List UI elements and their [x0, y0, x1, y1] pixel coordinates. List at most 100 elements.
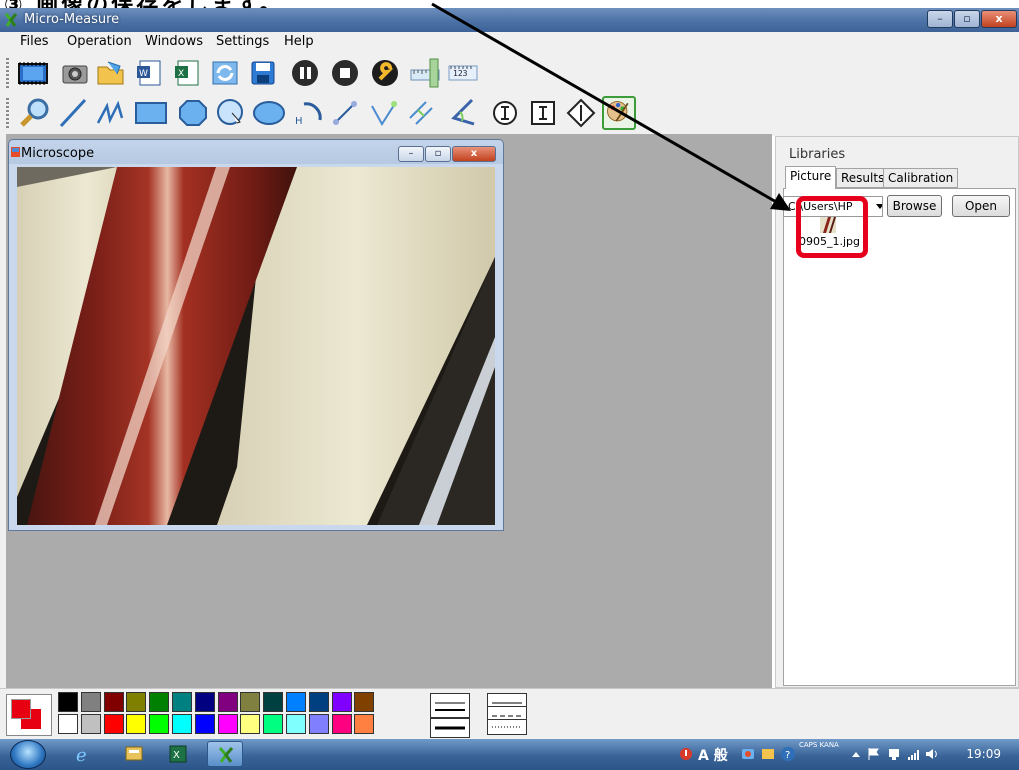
ellipse-icon[interactable]: [252, 96, 286, 130]
color-swatch[interactable]: [195, 692, 215, 712]
line-icon[interactable]: [56, 96, 90, 130]
clock[interactable]: 19:09: [966, 747, 1001, 761]
start-button[interactable]: [10, 740, 46, 769]
excel-taskbar-icon[interactable]: X: [160, 741, 196, 767]
line-style-medium-solid[interactable]: [430, 704, 470, 718]
color-swatch[interactable]: [149, 714, 169, 734]
distance-icon[interactable]: [328, 96, 362, 130]
path-dropdown[interactable]: C:\Users\HP: [783, 196, 883, 217]
color-swatch[interactable]: [126, 692, 146, 712]
color-swatch[interactable]: [104, 692, 124, 712]
color-swatch[interactable]: [172, 692, 192, 712]
network-icon[interactable]: [886, 746, 902, 762]
angle-line-icon[interactable]: [366, 96, 400, 130]
color-swatch[interactable]: [58, 692, 78, 712]
parallel-icon[interactable]: [404, 96, 438, 130]
microscope-close-button[interactable]: x: [452, 146, 496, 162]
color-swatch[interactable]: [263, 714, 283, 734]
line-style-dotted[interactable]: [487, 719, 527, 735]
camera-icon[interactable]: [58, 56, 92, 90]
volume-icon[interactable]: [924, 746, 940, 762]
color-swatch[interactable]: [240, 692, 260, 712]
color-swatch[interactable]: [309, 714, 329, 734]
circle-diameter-icon[interactable]: [488, 96, 522, 130]
flag-icon[interactable]: [866, 746, 882, 762]
signal-icon[interactable]: [906, 746, 922, 762]
color-swatch[interactable]: [332, 692, 352, 712]
arc-icon[interactable]: H: [290, 96, 324, 130]
microscope-minimize-button[interactable]: –: [398, 146, 424, 162]
help-icon[interactable]: ?: [780, 746, 796, 762]
height-icon[interactable]: [526, 96, 560, 130]
menu-operation[interactable]: Operation: [67, 34, 132, 49]
security-alert-icon[interactable]: [678, 746, 694, 762]
refresh-icon[interactable]: [208, 56, 242, 90]
menu-settings[interactable]: Settings: [216, 34, 269, 49]
wrench-icon[interactable]: [368, 56, 402, 90]
open-folder-icon[interactable]: [94, 56, 128, 90]
save-icon[interactable]: [246, 56, 280, 90]
tab-picture[interactable]: Picture: [785, 166, 837, 189]
open-button[interactable]: Open: [952, 195, 1010, 217]
circle-select-icon[interactable]: [214, 96, 248, 130]
color-swatch[interactable]: [240, 714, 260, 734]
color-swatch[interactable]: [126, 714, 146, 734]
current-colors[interactable]: [6, 694, 52, 736]
browse-button[interactable]: Browse: [887, 195, 942, 217]
scale-icon[interactable]: 123: [446, 56, 480, 90]
word-icon[interactable]: W: [132, 56, 166, 90]
menu-files[interactable]: Files: [20, 34, 49, 49]
color-swatch[interactable]: [286, 692, 306, 712]
color-swatch[interactable]: [218, 692, 238, 712]
foreground-color-swatch[interactable]: [11, 699, 31, 719]
color-swatch[interactable]: [58, 714, 78, 734]
angle-icon[interactable]: [446, 96, 480, 130]
ime-pad-icon[interactable]: [760, 746, 776, 762]
chevron-down-icon[interactable]: [876, 204, 882, 209]
palette-icon[interactable]: [602, 96, 636, 130]
circle-icon[interactable]: [176, 96, 210, 130]
ime-indicator[interactable]: A 般: [698, 745, 728, 765]
ruler-icon[interactable]: [408, 56, 442, 90]
tab-results[interactable]: Results: [836, 168, 890, 188]
color-swatch[interactable]: [332, 714, 352, 734]
pause-icon[interactable]: [288, 56, 322, 90]
video-camera-icon[interactable]: [16, 56, 50, 90]
rectangle-icon[interactable]: [134, 96, 168, 130]
toolbar-grip[interactable]: [6, 58, 9, 88]
file-thumbnail[interactable]: 0905_1.jpg: [799, 217, 860, 255]
internet-explorer-icon[interactable]: e: [65, 741, 101, 767]
magnifier-icon[interactable]: [18, 96, 52, 130]
minimize-button[interactable]: –: [927, 10, 953, 28]
file-explorer-icon[interactable]: [116, 741, 152, 767]
color-swatch[interactable]: [172, 714, 192, 734]
color-swatch[interactable]: [195, 714, 215, 734]
color-swatch[interactable]: [104, 714, 124, 734]
microscope-window[interactable]: Microscope – ▫ x: [8, 139, 504, 531]
menu-help[interactable]: Help: [284, 34, 314, 49]
stop-icon[interactable]: [328, 56, 362, 90]
chevron-up-icon[interactable]: [848, 746, 864, 762]
color-swatch[interactable]: [286, 714, 306, 734]
excel-icon[interactable]: X: [170, 56, 204, 90]
toolbar-grip[interactable]: [6, 98, 9, 128]
diamond-height-icon[interactable]: [564, 96, 598, 130]
menu-windows[interactable]: Windows: [145, 34, 203, 49]
polyline-icon[interactable]: [94, 96, 128, 130]
ime-toolbar-icon[interactable]: [740, 746, 756, 762]
color-swatch[interactable]: [81, 714, 101, 734]
microscope-image[interactable]: [17, 167, 495, 525]
tab-calibration[interactable]: Calibration: [883, 168, 959, 188]
line-style-thick-solid[interactable]: [430, 718, 470, 738]
color-swatch[interactable]: [354, 714, 374, 734]
close-button[interactable]: x: [981, 10, 1017, 28]
color-swatch[interactable]: [309, 692, 329, 712]
color-swatch[interactable]: [218, 714, 238, 734]
color-swatch[interactable]: [263, 692, 283, 712]
maximize-button[interactable]: ▫: [954, 10, 980, 28]
microscope-maximize-button[interactable]: ▫: [425, 146, 451, 162]
color-swatch[interactable]: [149, 692, 169, 712]
color-swatch[interactable]: [354, 692, 374, 712]
color-swatch[interactable]: [81, 692, 101, 712]
micro-measure-taskbar-icon[interactable]: [207, 741, 243, 767]
